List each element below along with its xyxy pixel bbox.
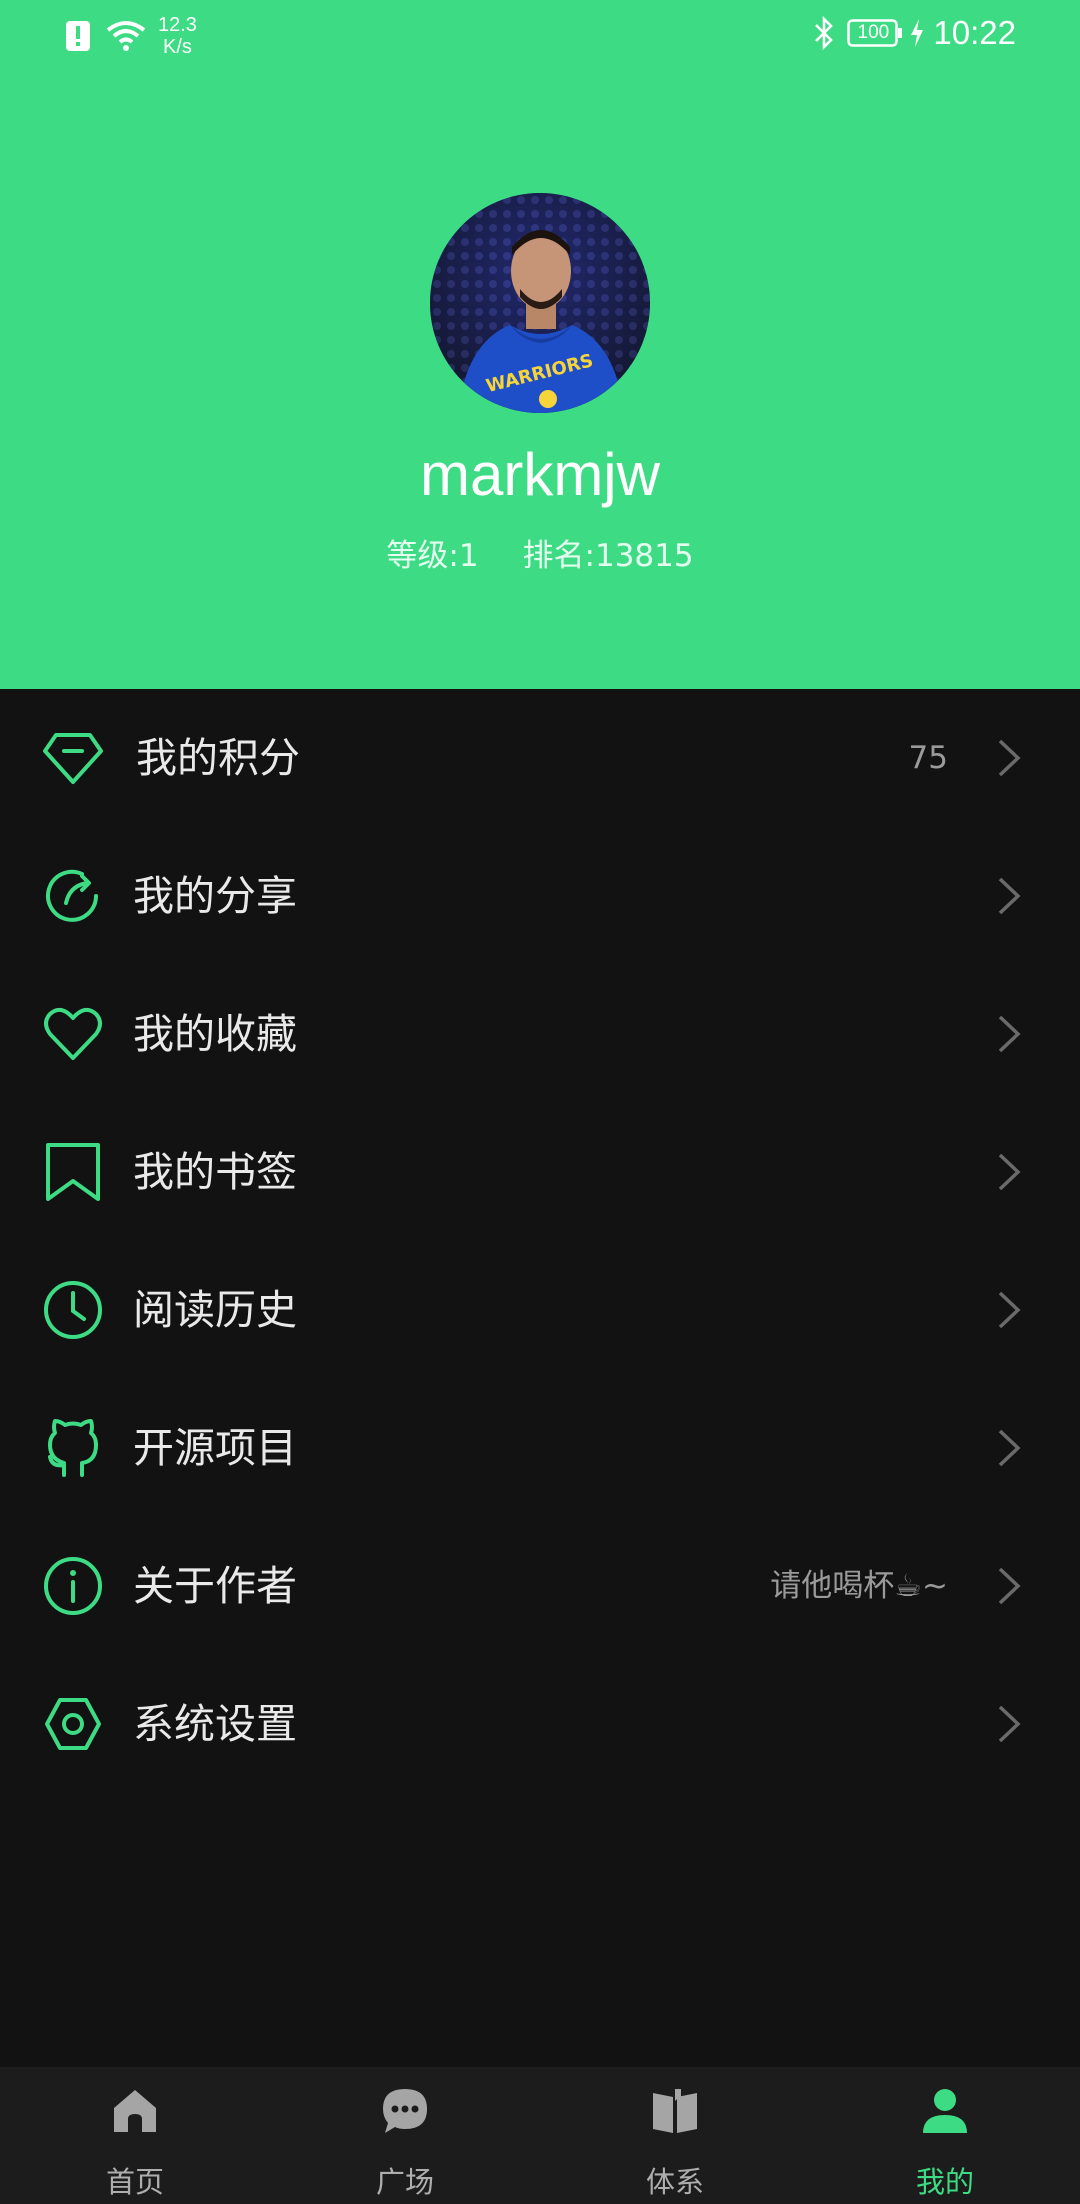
menu-item-shares[interactable]: 我的分享 — [0, 827, 1080, 965]
chevron-right-icon — [996, 1013, 1022, 1055]
bottom-navigation: 首页 广场 体系 我的 — [0, 2067, 1080, 2204]
tab-label: 广场 — [375, 2165, 434, 2199]
menu-item-bookmarks[interactable]: 我的书签 — [0, 1103, 1080, 1241]
chevron-right-icon — [996, 1565, 1022, 1607]
person-icon — [921, 2087, 969, 2135]
menu-item-label: 阅读历史 — [133, 1286, 297, 1334]
chevron-right-icon — [996, 875, 1022, 917]
home-icon — [111, 2087, 159, 2135]
points-value: 75 — [908, 740, 948, 776]
user-level: 等级:1 — [386, 538, 479, 574]
network-speed: 12.3 K/s — [158, 14, 197, 58]
net-speed-unit: K/s — [163, 36, 192, 58]
tab-home[interactable]: 首页 — [0, 2067, 270, 2204]
chevron-right-icon — [996, 1703, 1022, 1745]
status-bar: 12.3 K/s 100 10:22 — [0, 0, 1080, 70]
chevron-right-icon — [996, 1151, 1022, 1193]
about-author-hint: 请他喝杯☕~ — [770, 1568, 948, 1604]
menu-item-history[interactable]: 阅读历史 — [0, 1241, 1080, 1379]
tab-label: 体系 — [645, 2165, 704, 2199]
share-icon — [42, 865, 104, 927]
menu-item-label: 我的书签 — [133, 1148, 297, 1196]
profile-menu: 我的积分 75 我的分享 我的收藏 我的书签 阅读历史 开源项目 关于作者 请他… — [0, 689, 1080, 1793]
info-icon — [42, 1555, 104, 1617]
menu-item-open-source[interactable]: 开源项目 — [0, 1379, 1080, 1517]
user-rank: 排名:13815 — [522, 538, 694, 574]
chevron-right-icon — [996, 1427, 1022, 1469]
menu-item-favorites[interactable]: 我的收藏 — [0, 965, 1080, 1103]
menu-item-label: 我的分享 — [133, 872, 297, 920]
diamond-icon — [42, 727, 104, 789]
username: markmjw — [420, 441, 660, 508]
tab-label: 我的 — [915, 2165, 974, 2199]
notification-alert-icon — [64, 19, 92, 53]
user-stats: 等级:1 排名:13815 — [0, 530, 1080, 575]
menu-item-label: 开源项目 — [133, 1424, 297, 1472]
net-speed-value: 12.3 — [158, 14, 197, 36]
charging-icon — [909, 18, 925, 48]
settings-icon — [42, 1693, 104, 1755]
tab-system[interactable]: 体系 — [540, 2067, 810, 2204]
menu-item-settings[interactable]: 系统设置 — [0, 1655, 1080, 1793]
menu-item-about-author[interactable]: 关于作者 请他喝杯☕~ — [0, 1517, 1080, 1655]
menu-item-label: 我的积分 — [136, 734, 300, 782]
tab-label: 首页 — [105, 2165, 164, 2199]
battery-icon: 100 — [847, 18, 903, 48]
battery-level: 100 — [857, 22, 890, 43]
wifi-icon — [106, 20, 146, 52]
book-icon — [651, 2087, 699, 2135]
menu-item-label: 我的收藏 — [133, 1010, 297, 1058]
github-icon — [42, 1417, 104, 1479]
profile-header: 12.3 K/s 100 10:22 WARRIORS markmjw 等级:1… — [0, 0, 1080, 689]
menu-item-points[interactable]: 我的积分 75 — [0, 689, 1080, 827]
tab-mine[interactable]: 我的 — [810, 2067, 1080, 2204]
menu-item-label: 系统设置 — [133, 1700, 297, 1748]
clock-icon — [42, 1279, 104, 1341]
chevron-right-icon — [996, 737, 1022, 779]
avatar[interactable]: WARRIORS — [430, 193, 650, 413]
chat-icon — [381, 2087, 429, 2135]
bluetooth-icon — [813, 16, 835, 50]
menu-item-label: 关于作者 — [133, 1562, 297, 1610]
bookmark-icon — [42, 1141, 104, 1203]
clock-time: 10:22 — [933, 14, 1016, 51]
heart-icon — [42, 1003, 104, 1065]
tab-square[interactable]: 广场 — [270, 2067, 540, 2204]
chevron-right-icon — [996, 1289, 1022, 1331]
